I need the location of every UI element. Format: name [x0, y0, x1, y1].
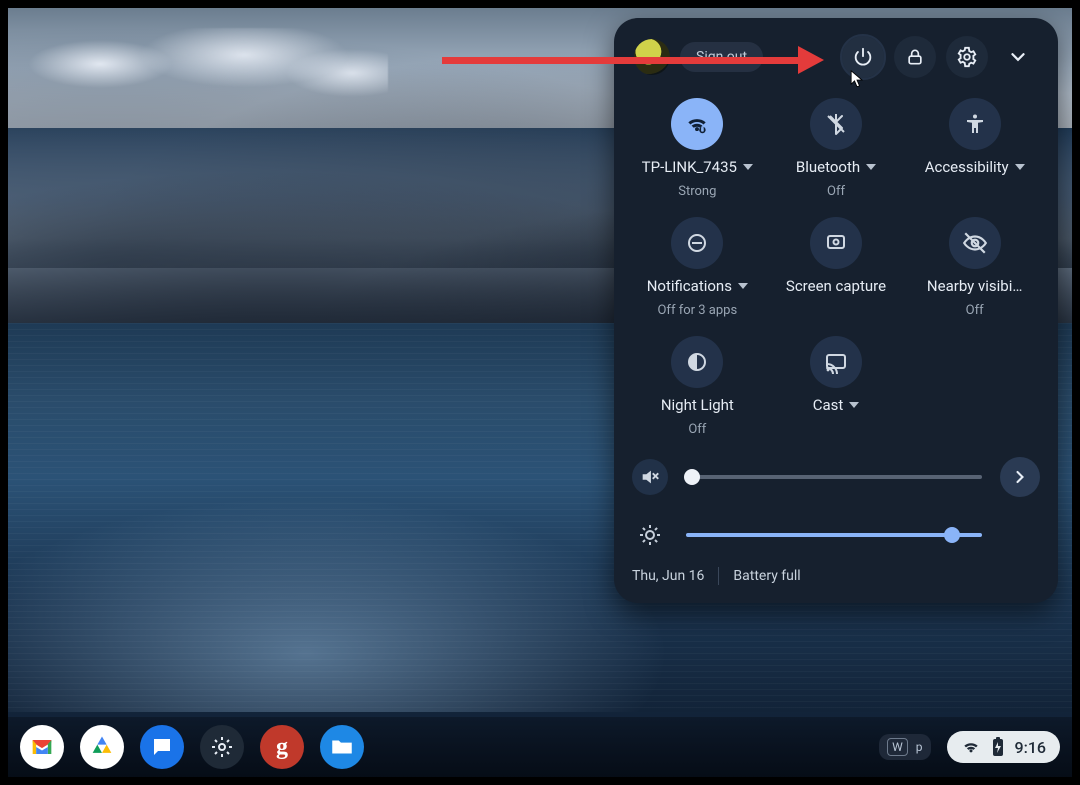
night-light-icon — [685, 350, 709, 374]
tile-night-light[interactable]: Night Light Off — [632, 336, 763, 437]
app-drive[interactable] — [80, 725, 124, 769]
quick-settings-panel: Sign out TP-LINK_7435 — [614, 18, 1058, 603]
wifi-toggle[interactable] — [671, 98, 723, 150]
volume-slider[interactable] — [686, 475, 982, 479]
collapse-button[interactable] — [998, 46, 1038, 68]
dropdown-caret-icon — [738, 283, 748, 289]
notifications-toggle[interactable] — [671, 217, 723, 269]
nearby-sublabel: Off — [966, 303, 984, 318]
footer-date: Thu, Jun 16 — [632, 568, 704, 584]
app-settings[interactable] — [200, 725, 244, 769]
ime-tray[interactable]: W p — [879, 734, 930, 760]
accessibility-toggle[interactable] — [949, 98, 1001, 150]
panel-footer: Thu, Jun 16 Battery full — [632, 567, 1040, 585]
volume-mute-icon — [639, 466, 661, 488]
power-icon — [852, 46, 874, 68]
tile-cast[interactable]: Cast — [771, 336, 902, 437]
visibility-off-icon — [962, 230, 988, 256]
tile-screen-capture[interactable]: Screen capture — [771, 217, 902, 318]
drive-icon — [88, 733, 116, 761]
notifications-label[interactable]: Notifications — [647, 277, 748, 295]
app-gmail[interactable] — [20, 725, 64, 769]
accessibility-label[interactable]: Accessibility — [925, 158, 1025, 176]
ime-badge-1: W — [887, 738, 908, 756]
dropdown-caret-icon — [1015, 164, 1025, 170]
power-button[interactable] — [842, 36, 884, 78]
gear-icon — [956, 46, 978, 68]
notifications-sublabel: Off for 3 apps — [657, 303, 737, 318]
tiles-grid: TP-LINK_7435 Strong Bluetooth Off — [632, 98, 1040, 437]
messages-icon — [150, 735, 174, 759]
status-time: 9:16 — [1015, 738, 1047, 757]
app-messages[interactable] — [140, 725, 184, 769]
dropdown-caret-icon — [866, 164, 876, 170]
lock-icon — [905, 47, 925, 67]
screen-capture-button[interactable] — [810, 217, 862, 269]
desktop-wallpaper[interactable]: Sign out TP-LINK_7435 — [8, 8, 1072, 777]
accessibility-icon — [963, 112, 987, 136]
tile-wifi[interactable]: TP-LINK_7435 Strong — [632, 98, 763, 199]
nearby-toggle[interactable] — [949, 217, 1001, 269]
bluetooth-sublabel: Off — [827, 184, 845, 199]
chevron-right-icon — [1010, 467, 1030, 487]
wifi-icon — [684, 111, 710, 137]
gear-icon — [210, 735, 234, 759]
cast-icon — [824, 350, 848, 374]
gmail-icon — [28, 733, 56, 761]
settings-button[interactable] — [946, 36, 988, 78]
brightness-slider[interactable] — [686, 533, 982, 537]
sliders — [632, 457, 1040, 547]
cast-label[interactable]: Cast — [813, 396, 860, 414]
brightness-icon-wrap — [632, 523, 668, 547]
night-light-sublabel: Off — [688, 422, 706, 437]
wifi-icon — [961, 737, 981, 757]
volume-row — [632, 457, 1040, 497]
brightness-row — [632, 523, 1040, 547]
tile-accessibility[interactable]: Accessibility — [909, 98, 1040, 199]
bluetooth-toggle[interactable] — [810, 98, 862, 150]
bluetooth-label[interactable]: Bluetooth — [796, 158, 876, 176]
dropdown-caret-icon — [849, 402, 859, 408]
tile-notifications[interactable]: Notifications Off for 3 apps — [632, 217, 763, 318]
night-light-toggle[interactable] — [671, 336, 723, 388]
lock-button[interactable] — [894, 36, 936, 78]
bluetooth-off-icon — [824, 112, 848, 136]
wifi-sublabel: Strong — [678, 184, 716, 199]
nearby-label: Nearby visibi… — [927, 277, 1022, 295]
shelf: g W p 9:16 — [8, 717, 1072, 777]
dropdown-caret-icon — [743, 164, 753, 170]
app-g[interactable]: g — [260, 725, 304, 769]
folder-icon — [329, 734, 355, 760]
wallpaper-snow — [28, 28, 388, 118]
status-area[interactable]: 9:16 — [947, 731, 1061, 763]
app-files[interactable] — [320, 725, 364, 769]
cast-button[interactable] — [810, 336, 862, 388]
sign-out-button[interactable]: Sign out — [680, 42, 763, 72]
audio-settings-button[interactable] — [1000, 457, 1040, 497]
panel-header: Sign out — [632, 30, 1040, 80]
tile-nearby-visibility[interactable]: Nearby visibi… Off — [909, 217, 1040, 318]
volume-mute-button[interactable] — [632, 459, 668, 495]
avatar[interactable] — [634, 39, 670, 75]
tile-bluetooth[interactable]: Bluetooth Off — [771, 98, 902, 199]
night-light-label: Night Light — [661, 396, 734, 414]
wifi-label[interactable]: TP-LINK_7435 — [642, 158, 753, 176]
screen-capture-label: Screen capture — [786, 277, 886, 296]
brightness-icon — [638, 523, 662, 547]
footer-battery: Battery full — [733, 568, 800, 584]
footer-separator — [718, 567, 719, 585]
battery-icon — [991, 737, 1005, 757]
ime-badge-2: p — [916, 740, 923, 754]
screen-capture-icon — [824, 231, 848, 255]
chevron-down-icon — [1007, 46, 1029, 68]
do-not-disturb-icon — [685, 231, 709, 255]
